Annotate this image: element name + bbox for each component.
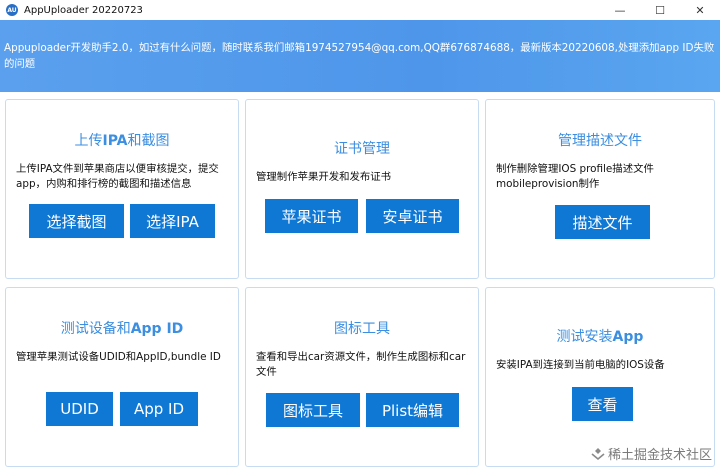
card-profile-management: 管理描述文件 制作删除管理IOS profile描述文件mobileprovis… [485,99,715,279]
watermark-text: 稀土掘金技术社区 [607,448,712,463]
card-cert-management: 证书管理 管理制作苹果开发和发布证书 苹果证书 安卓证书 [245,99,479,279]
card-description: 上传IPA文件到苹果商店以便审核提交，提交app，内购和排行榜的截图和描述信息 [16,163,219,190]
juejin-logo-icon [591,447,605,460]
card-title: 测试设备和App ID [6,318,238,338]
card-icon-tools: 图标工具 查看和导出car资源文件，制作生成图标和car文件 图标工具 Plis… [245,287,479,467]
card-description: 制作删除管理IOS profile描述文件mobileprovision制作 [496,163,654,190]
card-title: 证书管理 [334,141,390,157]
card-title: 测试安装App [486,326,714,346]
title-text: 测试安装 [556,329,613,345]
title-bar: AU AppUploader 20220723 — ☐ ✕ [0,0,720,20]
udid-button[interactable]: UDID [46,392,113,426]
card-description: 安装IPA到连接到当前电脑的IOS设备 [496,359,665,371]
title-text: 和截图 [127,133,170,149]
profile-button[interactable]: 描述文件 [555,205,650,239]
close-button[interactable]: ✕ [680,0,720,20]
icon-tool-button[interactable]: 图标工具 [266,393,360,427]
card-test-device: 测试设备和App ID 管理苹果测试设备UDID和AppID,bundle ID… [5,287,239,467]
card-title: 图标工具 [334,321,390,337]
view-button[interactable]: 查看 [572,387,633,421]
card-upload-ipa: 上传IPA和截图 上传IPA文件到苹果商店以便审核提交，提交app，内购和排行榜… [5,99,239,279]
plist-editor-button[interactable]: Plist编辑 [366,393,459,427]
banner-text: Appuploader开发助手2.0，如过有什么问题，随时联系我们邮箱19745… [4,42,715,70]
maximize-button[interactable]: ☐ [640,0,680,20]
title-text: 上传 [74,133,103,149]
select-ipa-button[interactable]: 选择IPA [130,204,215,238]
title-bold-text: App ID [130,321,184,337]
card-test-install: 测试安装App 安装IPA到连接到当前电脑的IOS设备 查看 [485,287,715,467]
app-logo-icon: AU [6,4,18,16]
card-description: 查看和导出car资源文件，制作生成图标和car文件 [256,351,466,378]
select-screenshot-button[interactable]: 选择截图 [29,204,124,238]
minimize-button[interactable]: — [600,0,640,20]
title-bold-text: IPA [102,133,128,149]
window-controls: — ☐ ✕ [600,0,720,20]
watermark: 稀土掘金技术社区 [591,444,712,463]
card-title: 上传IPA和截图 [6,130,238,150]
title-bold-text: App [612,329,644,345]
app-id-button[interactable]: App ID [120,392,198,426]
card-description: 管理苹果测试设备UDID和AppID,bundle ID [16,351,221,363]
card-description: 管理制作苹果开发和发布证书 [256,171,392,183]
title-text: 测试设备和 [60,321,131,337]
window-title: AppUploader 20220723 [24,4,143,16]
card-title: 管理描述文件 [558,133,642,149]
apple-cert-button[interactable]: 苹果证书 [265,199,358,233]
android-cert-button[interactable]: 安卓证书 [366,199,459,233]
info-banner: Appuploader开发助手2.0，如过有什么问题，随时联系我们邮箱19745… [0,20,720,92]
